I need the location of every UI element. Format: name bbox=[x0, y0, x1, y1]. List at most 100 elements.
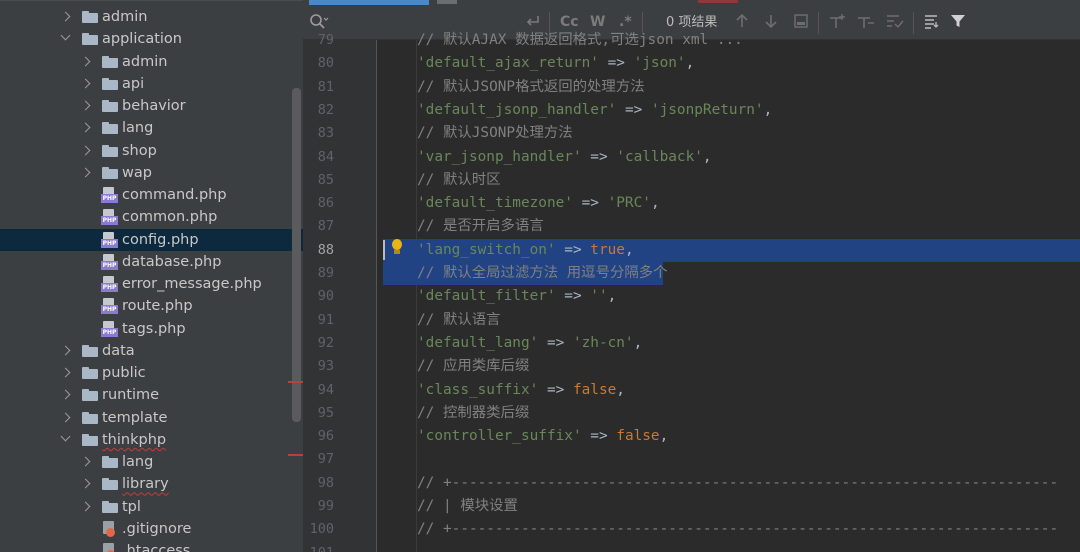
next-occurrence-icon[interactable] bbox=[764, 13, 778, 34]
code-line[interactable]: // 默认全局过滤方法 用逗号分隔多个 bbox=[417, 262, 668, 285]
tree-item-database-php[interactable]: PHP database.php bbox=[0, 251, 303, 273]
code-line[interactable]: 'lang_switch_on' => true, bbox=[417, 239, 634, 262]
tree-item-lang[interactable]: lang bbox=[0, 451, 303, 473]
folder-icon bbox=[82, 411, 98, 424]
chevron-right-icon[interactable] bbox=[60, 345, 71, 356]
tree-item-route-php[interactable]: PHP route.php bbox=[0, 295, 303, 317]
tree-item-template[interactable]: template bbox=[0, 407, 303, 429]
tree-item-label: command.php bbox=[122, 187, 227, 203]
code-line[interactable]: // 默认JSONP格式返回的处理方法 bbox=[417, 76, 645, 99]
separator bbox=[913, 12, 914, 34]
chevron-down-icon[interactable] bbox=[60, 431, 71, 442]
code-line[interactable]: // 默认JSONP处理方法 bbox=[417, 122, 573, 145]
tree-item-tags-php[interactable]: PHP tags.php bbox=[0, 318, 303, 340]
code-line[interactable]: // 应用类库后缀 bbox=[417, 355, 529, 378]
chevron-right-icon[interactable] bbox=[80, 78, 91, 89]
tree-scrollbar[interactable] bbox=[292, 88, 301, 422]
code-line[interactable]: // +------------------------------------… bbox=[417, 518, 1058, 541]
folder-icon bbox=[102, 100, 118, 112]
code-line[interactable]: 'default_lang' => 'zh-cn', bbox=[417, 332, 642, 355]
chevron-right-icon[interactable] bbox=[80, 122, 91, 133]
code-line[interactable]: // 是否开启多语言 bbox=[417, 215, 544, 238]
code-line[interactable]: // 默认时区 bbox=[417, 169, 501, 192]
filter-icon[interactable] bbox=[950, 13, 966, 34]
chevron-right-icon[interactable] bbox=[80, 167, 91, 178]
tree-item-thinkphp[interactable]: thinkphp bbox=[0, 429, 303, 451]
tree-item-application[interactable]: application bbox=[0, 28, 303, 50]
tree-item-tpl[interactable]: tpl bbox=[0, 496, 303, 518]
open-in-window-icon[interactable] bbox=[793, 13, 809, 34]
tree-item-public[interactable]: public bbox=[0, 362, 303, 384]
chevron-right-icon[interactable] bbox=[80, 456, 91, 467]
code-line[interactable]: 'var_jsonp_handler' => 'callback', bbox=[417, 146, 712, 169]
tree-item-data[interactable]: data bbox=[0, 340, 303, 362]
tree-item-label: api bbox=[122, 75, 145, 92]
tree-item-wap[interactable]: wap bbox=[0, 162, 303, 184]
tree-item-api[interactable]: api bbox=[0, 73, 303, 95]
tree-item-lang[interactable]: lang bbox=[0, 117, 303, 139]
chevron-right-icon[interactable] bbox=[60, 11, 71, 22]
chevron-right-icon[interactable] bbox=[80, 56, 91, 66]
code-line[interactable]: // | 模块设置 bbox=[417, 495, 518, 518]
tree-item-gitignore[interactable]: .gitignore bbox=[0, 518, 303, 540]
code-line[interactable]: 'default_jsonp_handler' => 'jsonpReturn'… bbox=[417, 99, 772, 122]
code-line[interactable]: 'class_suffix' => false, bbox=[417, 379, 625, 402]
chevron-right-icon[interactable] bbox=[60, 412, 71, 422]
code-line[interactable]: // 控制器类后缀 bbox=[417, 402, 529, 425]
select-all-occurrences-icon[interactable] bbox=[885, 13, 905, 34]
code-comment: // 默认AJAX 数据返回格式,可选json xml ... bbox=[417, 32, 743, 48]
code-line[interactable]: 'controller_suffix' => false, bbox=[417, 425, 668, 448]
code-string: 'class_suffix' bbox=[417, 381, 539, 398]
chevron-right-icon[interactable] bbox=[80, 501, 91, 511]
remove-selection-icon[interactable] bbox=[856, 13, 876, 34]
code-comment: // | 模块设置 bbox=[417, 498, 518, 514]
tree-item-library[interactable]: library bbox=[0, 473, 303, 495]
tree-item-label: database.php bbox=[122, 253, 222, 270]
active-tab[interactable] bbox=[309, 0, 429, 5]
tree-item-shop[interactable]: shop bbox=[0, 140, 303, 162]
editor-tab[interactable] bbox=[437, 0, 457, 4]
chevron-down-icon[interactable] bbox=[60, 30, 71, 41]
code-string: 'var_jsonp_handler' bbox=[417, 148, 582, 165]
code-operator: => bbox=[572, 195, 608, 212]
code-string: 'PRC' bbox=[607, 195, 651, 212]
code-line[interactable]: // +------------------------------------… bbox=[417, 472, 1058, 495]
tree-item-label: library bbox=[122, 476, 169, 493]
chevron-right-icon[interactable] bbox=[60, 367, 71, 378]
chevron-right-icon[interactable] bbox=[60, 389, 71, 400]
chevron-right-icon[interactable] bbox=[80, 145, 91, 155]
tree-item-admin[interactable]: admin bbox=[0, 6, 303, 28]
folder-icon bbox=[82, 344, 98, 357]
tree-item-admin[interactable]: admin bbox=[0, 51, 303, 73]
add-selection-icon[interactable] bbox=[828, 13, 848, 34]
error-stripe-mark[interactable] bbox=[288, 381, 303, 383]
multiline-icon[interactable] bbox=[923, 13, 941, 34]
code-comment: // 默认时区 bbox=[417, 171, 501, 188]
tree-item-error-message-php[interactable]: PHP error_message.php bbox=[0, 273, 303, 295]
code-line[interactable]: // 默认语言 bbox=[417, 309, 501, 332]
tree-item-runtime[interactable]: runtime bbox=[0, 384, 303, 406]
line-number: 97 bbox=[317, 451, 334, 468]
code-line[interactable]: // 默认AJAX 数据返回格式,可选json xml ... bbox=[417, 29, 743, 52]
code-operator: , bbox=[659, 428, 669, 445]
folder-icon bbox=[102, 500, 118, 513]
tree-item-command-php[interactable]: PHP command.php bbox=[0, 184, 303, 206]
tree-item-label: runtime bbox=[102, 387, 160, 404]
tree-item-behavior[interactable]: behavior bbox=[0, 95, 303, 117]
code-line[interactable]: 'default_filter' => '', bbox=[417, 285, 616, 308]
folder-icon bbox=[102, 144, 118, 157]
tree-item-common-php[interactable]: PHP common.php bbox=[0, 206, 303, 228]
line-number-gutter[interactable]: 79 80 81 82 83 84 85 86 87 88 89 90 91 92 93 94 95 96 97 98… bbox=[303, 32, 377, 552]
chevron-right-icon[interactable] bbox=[80, 478, 91, 489]
chevron-right-icon[interactable] bbox=[80, 100, 91, 111]
error-stripe-mark[interactable] bbox=[288, 454, 303, 456]
code-operator: => bbox=[538, 334, 573, 351]
code-line[interactable]: 'default_ajax_return' => 'json', bbox=[417, 52, 694, 75]
tree-item-label: shop bbox=[122, 142, 157, 159]
code-operator: , bbox=[685, 55, 695, 72]
tree-item-htaccess[interactable]: .htaccess bbox=[0, 540, 303, 552]
lightbulb-icon[interactable] bbox=[390, 239, 404, 259]
folder-icon bbox=[102, 166, 118, 179]
code-line[interactable]: 'default_timezone' => 'PRC', bbox=[417, 192, 660, 215]
tree-item-config-php[interactable]: PHP config.php bbox=[0, 228, 303, 251]
